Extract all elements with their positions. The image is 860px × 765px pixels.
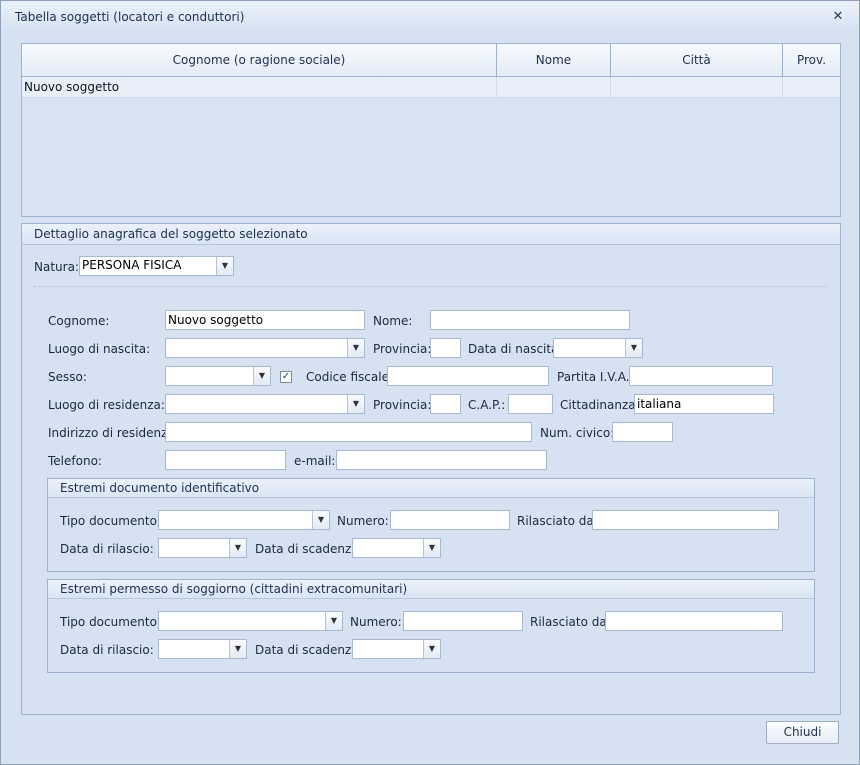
partita-iva-label: Partita I.V.A.: — [557, 370, 634, 384]
chevron-down-icon[interactable]: ▼ — [216, 257, 233, 275]
chevron-down-icon[interactable]: ▼ — [229, 539, 246, 557]
close-icon[interactable]: ✕ — [830, 9, 846, 25]
luogo-residenza-select[interactable]: ▼ — [165, 394, 365, 414]
grid-header: Cognome (o ragione sociale) Nome Città P… — [22, 44, 840, 77]
natura-value: PERSONA FISICA — [82, 258, 182, 272]
num-civico-field[interactable] — [612, 422, 673, 442]
title-bar[interactable]: Tabella soggetti (locatori e conduttori)… — [1, 1, 859, 31]
chevron-down-icon[interactable]: ▼ — [229, 640, 246, 658]
perm-tipo-label: Tipo documento: — [60, 615, 161, 629]
provincia-nascita-field[interactable] — [430, 338, 461, 358]
telefono-field[interactable] — [165, 450, 286, 470]
cell-citta — [611, 77, 783, 97]
perm-data-scadenza-picker[interactable]: ▼ — [352, 639, 441, 659]
cap-label: C.A.P.: — [468, 398, 506, 412]
chevron-down-icon[interactable]: ▼ — [347, 395, 364, 413]
luogo-nascita-select[interactable]: ▼ — [165, 338, 365, 358]
cell-nome — [497, 77, 611, 97]
column-header-citta[interactable]: Città — [611, 44, 783, 76]
cittadinanza-field[interactable]: italiana — [634, 394, 774, 414]
cognome-label: Cognome: — [48, 314, 110, 328]
partita-iva-field[interactable] — [629, 366, 773, 386]
chiudi-button[interactable]: Chiudi — [766, 721, 839, 744]
chevron-down-icon[interactable]: ▼ — [347, 339, 364, 357]
detail-group-header: Dettaglio anagrafica del soggetto selezi… — [22, 224, 840, 245]
chevron-down-icon[interactable]: ▼ — [312, 511, 329, 529]
permesso-group-header: Estremi permesso di soggiorno (cittadini… — [48, 580, 814, 599]
doc-rilasciato-label: Rilasciato da: — [517, 514, 598, 528]
doc-data-scadenza-picker[interactable]: ▼ — [352, 538, 441, 558]
doc-tipo-select[interactable]: ▼ — [158, 510, 330, 530]
documento-group: Estremi documento identificativo Tipo do… — [47, 478, 815, 572]
perm-data-rilascio-label: Data di rilascio: — [60, 643, 154, 657]
column-header-nome[interactable]: Nome — [497, 44, 611, 76]
subjects-grid[interactable]: Cognome (o ragione sociale) Nome Città P… — [21, 43, 841, 217]
chevron-down-icon[interactable]: ▼ — [423, 640, 440, 658]
num-civico-label: Num. civico: — [540, 426, 615, 440]
natura-label: Natura: — [34, 260, 79, 274]
column-header-cognome[interactable]: Cognome (o ragione sociale) — [22, 44, 497, 76]
column-header-prov[interactable]: Prov. — [783, 44, 840, 76]
perm-rilasciato-label: Rilasciato da: — [530, 615, 611, 629]
detail-group-title: Dettaglio anagrafica del soggetto selezi… — [34, 227, 308, 241]
permesso-group-title: Estremi permesso di soggiorno (cittadini… — [60, 582, 408, 596]
codice-fiscale-field[interactable] — [387, 366, 549, 386]
divider — [34, 286, 828, 287]
documento-group-header: Estremi documento identificativo — [48, 479, 814, 498]
detail-group: Dettaglio anagrafica del soggetto selezi… — [21, 223, 841, 715]
luogo-residenza-label: Luogo di residenza: — [48, 398, 165, 412]
cell-cognome: Nuovo soggetto — [22, 77, 497, 97]
perm-tipo-select[interactable]: ▼ — [158, 611, 343, 631]
table-row[interactable]: Nuovo soggetto — [22, 77, 840, 98]
doc-data-rilascio-label: Data di rilascio: — [60, 542, 154, 556]
perm-rilasciato-field[interactable] — [605, 611, 783, 631]
cittadinanza-label: Cittadinanza: — [560, 398, 640, 412]
codice-fiscale-label: Codice fiscale: — [306, 370, 393, 384]
cap-field[interactable] — [508, 394, 553, 414]
perm-numero-label: Numero: — [350, 615, 402, 629]
telefono-label: Telefono: — [48, 454, 102, 468]
provincia-residenza-label: Provincia: — [373, 398, 432, 412]
doc-numero-field[interactable] — [390, 510, 510, 530]
chevron-down-icon[interactable]: ▼ — [253, 367, 270, 385]
doc-numero-label: Numero: — [337, 514, 389, 528]
codice-fiscale-checkbox[interactable]: ✓ — [280, 371, 292, 383]
data-nascita-picker[interactable]: ▼ — [553, 338, 643, 358]
doc-tipo-label: Tipo documento: — [60, 514, 161, 528]
dialog-window: Tabella soggetti (locatori e conduttori)… — [0, 0, 860, 765]
cell-prov — [783, 77, 840, 97]
doc-data-scadenza-label: Data di scadenza: — [255, 542, 363, 556]
documento-group-title: Estremi documento identificativo — [60, 481, 260, 495]
chevron-down-icon[interactable]: ▼ — [325, 612, 342, 630]
perm-data-scadenza-label: Data di scadenza: — [255, 643, 363, 657]
provincia-residenza-field[interactable] — [430, 394, 461, 414]
perm-numero-field[interactable] — [403, 611, 523, 631]
permesso-group: Estremi permesso di soggiorno (cittadini… — [47, 579, 815, 673]
indirizzo-field[interactable] — [165, 422, 532, 442]
indirizzo-label: Indirizzo di residenza: — [48, 426, 179, 440]
doc-rilasciato-field[interactable] — [592, 510, 779, 530]
sesso-select[interactable]: ▼ — [165, 366, 271, 386]
natura-select[interactable]: PERSONA FISICA ▼ — [79, 256, 234, 276]
chevron-down-icon[interactable]: ▼ — [423, 539, 440, 557]
nome-label: Nome: — [373, 314, 413, 328]
email-field[interactable] — [336, 450, 547, 470]
perm-data-rilascio-picker[interactable]: ▼ — [158, 639, 247, 659]
nome-field[interactable] — [430, 310, 630, 330]
sesso-label: Sesso: — [48, 370, 87, 384]
cognome-field[interactable]: Nuovo soggetto — [165, 310, 365, 330]
chevron-down-icon[interactable]: ▼ — [625, 339, 642, 357]
data-nascita-label: Data di nascita: — [468, 342, 563, 356]
provincia-nascita-label: Provincia: — [373, 342, 432, 356]
luogo-nascita-label: Luogo di nascita: — [48, 342, 151, 356]
doc-data-rilascio-picker[interactable]: ▼ — [158, 538, 247, 558]
window-title: Tabella soggetti (locatori e conduttori) — [15, 10, 245, 24]
email-label: e-mail: — [294, 454, 336, 468]
